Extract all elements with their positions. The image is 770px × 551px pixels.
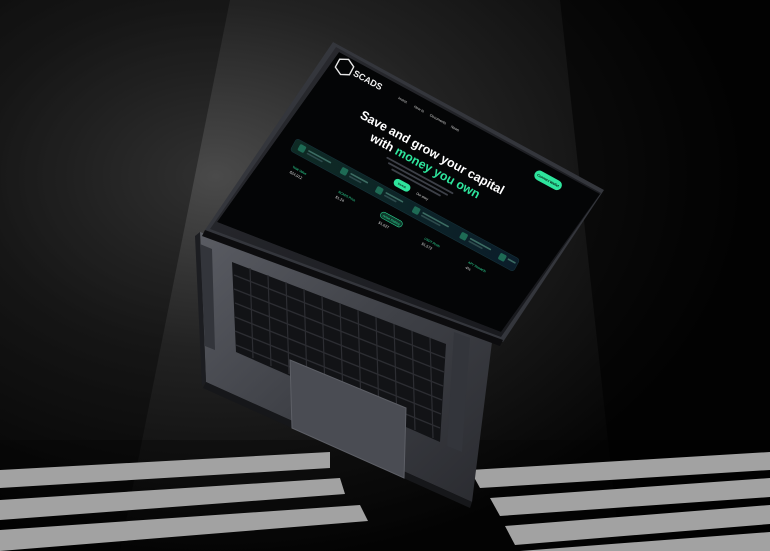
laptop-scene: SCADS Invest How to Documents News Conne…	[0, 0, 770, 551]
